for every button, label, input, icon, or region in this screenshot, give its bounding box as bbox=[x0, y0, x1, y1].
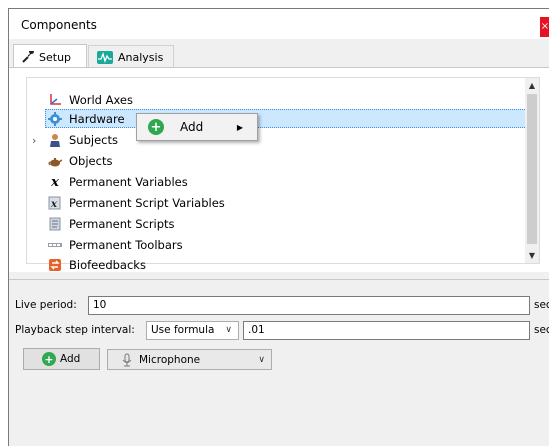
expand-chevron-icon[interactable]: › bbox=[32, 134, 36, 147]
tree-item-permanent-scripts[interactable]: Permanent Scripts bbox=[27, 214, 532, 234]
biofeedback-icon bbox=[48, 258, 62, 272]
source-select[interactable]: Microphone ∨ bbox=[107, 349, 272, 370]
axes-icon bbox=[48, 93, 62, 107]
close-button[interactable]: × bbox=[540, 17, 549, 37]
playback-step-row: Playback step interval: Use formula ∨ .0… bbox=[9, 319, 549, 341]
panel-divider bbox=[9, 279, 549, 280]
add-icon: + bbox=[148, 119, 164, 135]
chevron-down-icon: ∨ bbox=[225, 325, 232, 335]
playback-mode-select[interactable]: Use formula ∨ bbox=[146, 320, 239, 340]
source-select-value: Microphone bbox=[139, 353, 201, 366]
title-bar: Components × bbox=[9, 9, 549, 39]
tree-item-label: Permanent Variables bbox=[69, 175, 188, 189]
tree-item-label: Permanent Scripts bbox=[69, 217, 175, 231]
tab-analysis[interactable]: Analysis bbox=[88, 45, 174, 68]
components-window: Components × Setup Analysis World Axes H… bbox=[8, 8, 549, 446]
tab-analysis-label: Analysis bbox=[118, 50, 164, 64]
person-icon bbox=[48, 133, 62, 147]
microphone-icon bbox=[122, 353, 132, 366]
tree-item-hardware[interactable]: Hardware bbox=[27, 109, 532, 129]
tree-item-permanent-toolbars[interactable]: Permanent Toolbars bbox=[27, 235, 532, 255]
playback-step-unit: sec bbox=[534, 324, 549, 336]
tree-item-label: Biofeedbacks bbox=[69, 258, 146, 272]
live-period-unit: sec bbox=[534, 299, 549, 311]
add-button-label: Add bbox=[60, 353, 81, 365]
playback-step-label: Playback step interval: bbox=[15, 324, 135, 336]
add-button[interactable]: + Add bbox=[23, 348, 100, 370]
tree-item-label: Hardware bbox=[69, 112, 125, 126]
svg-text:x: x bbox=[50, 199, 58, 210]
tree-item-label: World Axes bbox=[69, 93, 133, 107]
scroll-thumb[interactable] bbox=[527, 94, 537, 244]
component-tree: World Axes Hardware › Subjects Objects x… bbox=[26, 77, 540, 272]
variable-x-icon: x bbox=[51, 174, 59, 190]
tree-item-world-axes[interactable]: World Axes bbox=[27, 90, 532, 110]
script-variable-icon: x bbox=[48, 196, 62, 210]
vertical-scrollbar[interactable]: ▲ ▼ bbox=[525, 78, 539, 263]
live-period-row: Live period: 10 sec bbox=[9, 294, 549, 316]
tree-item-objects[interactable]: Objects bbox=[27, 151, 532, 171]
tree-item-permanent-script-variables[interactable]: x Permanent Script Variables bbox=[27, 193, 532, 213]
gear-icon bbox=[48, 112, 62, 126]
playback-mode-value: Use formula bbox=[151, 324, 215, 336]
teapot-icon bbox=[48, 154, 62, 168]
scroll-icon bbox=[48, 217, 62, 231]
tab-setup[interactable]: Setup bbox=[13, 44, 87, 69]
chevron-down-icon: ∨ bbox=[258, 354, 265, 365]
tree-item-permanent-variables[interactable]: x Permanent Variables bbox=[27, 172, 532, 192]
add-icon: + bbox=[42, 352, 56, 366]
tree-item-label: Objects bbox=[69, 154, 113, 168]
tree-item-subjects[interactable]: › Subjects bbox=[27, 130, 532, 150]
live-period-input[interactable]: 10 bbox=[88, 295, 530, 315]
waveform-icon bbox=[97, 50, 113, 64]
scroll-down-icon[interactable]: ▼ bbox=[525, 251, 539, 260]
context-menu: + Add ▶ bbox=[136, 113, 258, 141]
tree-item-label: Permanent Script Variables bbox=[69, 196, 225, 210]
wrench-icon bbox=[22, 51, 34, 63]
submenu-arrow-icon: ▶ bbox=[236, 122, 243, 132]
setup-panel: World Axes Hardware › Subjects Objects x… bbox=[9, 67, 549, 272]
live-period-label: Live period: bbox=[15, 299, 77, 311]
tree-item-biofeedbacks[interactable]: Biofeedbacks bbox=[27, 255, 532, 275]
tab-bar: Setup Analysis bbox=[9, 39, 549, 69]
toolbar-icon bbox=[48, 238, 62, 252]
scroll-up-icon[interactable]: ▲ bbox=[525, 81, 539, 90]
tab-setup-label: Setup bbox=[39, 50, 72, 64]
playback-step-input[interactable]: .01 bbox=[243, 320, 530, 340]
context-menu-item-add[interactable]: Add bbox=[180, 120, 203, 134]
tree-item-label: Permanent Toolbars bbox=[69, 238, 183, 252]
tree-item-label: Subjects bbox=[69, 133, 118, 147]
window-title: Components bbox=[21, 18, 97, 32]
